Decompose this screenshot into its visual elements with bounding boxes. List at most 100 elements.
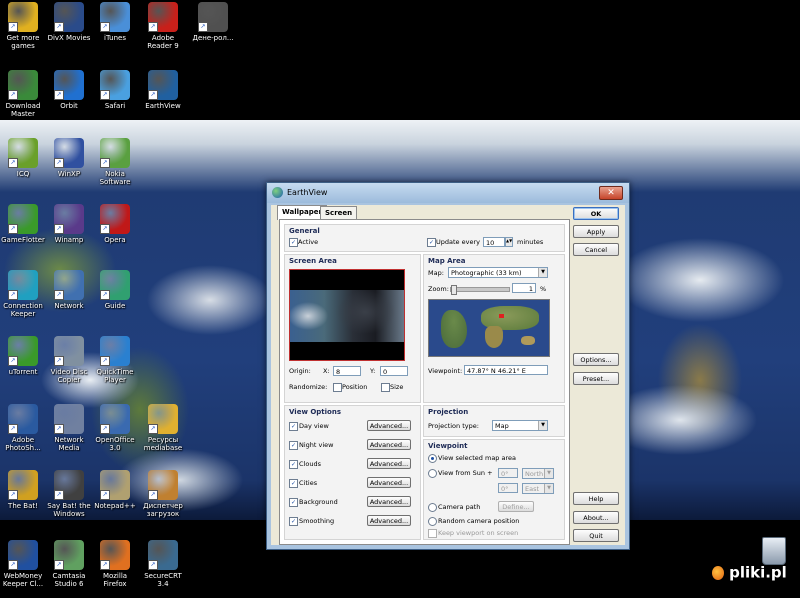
advanced-button[interactable]: Advanced... [367,496,411,507]
desktop-shortcut[interactable]: ↗ WebMoney Keeper Cl... [0,540,46,588]
desktop-shortcut[interactable]: ↗ Mozilla Firefox [92,540,138,588]
desktop-shortcut[interactable]: ↗ Дене-рол... [190,2,236,42]
shortcut-arrow-icon: ↗ [148,490,158,500]
shortcut-arrow-icon: ↗ [54,560,64,570]
desktop-shortcut[interactable]: ↗ The Bat! [0,470,46,510]
zoom-input[interactable]: 1 [512,283,536,293]
sun-lat-dir-value: North [525,470,544,478]
desktop-shortcut[interactable]: ↗ Say Bat! the Windows [46,470,92,518]
desktop-shortcut[interactable]: ↗ Network [46,270,92,310]
origin-x-input[interactable]: 8 [333,366,361,376]
close-button[interactable]: ✕ [599,186,623,200]
sun-lat-input[interactable]: 0° [498,468,518,478]
preset-button[interactable]: Preset... [573,372,619,385]
define-button[interactable]: Define... [498,501,534,512]
desktop-shortcut[interactable]: ↗ DivX Movies [46,2,92,42]
quit-button[interactable]: Quit [573,529,619,542]
view-option-checkbox[interactable]: ✓ [289,422,298,431]
view-option-checkbox[interactable]: ✓ [289,460,298,469]
desktop-shortcut[interactable]: ↗ Get more games [0,2,46,50]
desktop-shortcut[interactable]: ↗ Download Master [0,70,46,118]
desktop-shortcut[interactable]: ↗ uTorrent [0,336,46,376]
advanced-button[interactable]: Advanced... [367,439,411,450]
advanced-button[interactable]: Advanced... [367,477,411,488]
desktop-shortcut[interactable]: ↗ SecureCRT 3.4 [140,540,186,588]
view-selected-radio[interactable] [428,454,437,463]
desktop-shortcut[interactable]: ↗ Video Disc Copier [46,336,92,384]
desktop-shortcut[interactable]: ↗ Adobe Reader 9 [140,2,186,50]
advanced-button[interactable]: Advanced... [367,515,411,526]
desktop-shortcut[interactable]: ↗ ICQ [0,138,46,178]
update-checkbox[interactable]: ✓ [427,238,436,247]
desktop-shortcut[interactable]: ↗ Orbit [46,70,92,110]
zoom-slider-thumb[interactable] [451,285,457,295]
preview-earth-image [290,290,404,342]
desktop-shortcut[interactable]: ↗ WinXP [46,138,92,178]
advanced-button[interactable]: Advanced... [367,458,411,469]
world-map-preview[interactable] [428,299,550,357]
title-bar[interactable]: EarthView ✕ [267,183,629,203]
camera-path-radio[interactable] [428,503,437,512]
desktop-shortcut[interactable]: ↗ iTunes [92,2,138,42]
desktop-shortcut[interactable]: ↗ Winamp [46,204,92,244]
desktop-shortcut[interactable]: ↗ Network Media [46,404,92,452]
sun-lon-input[interactable]: 0° [498,483,518,493]
update-interval-spinner[interactable]: ▲▼ [505,237,513,247]
desktop-shortcut[interactable]: ↗ Adobe PhotoSh... [0,404,46,452]
random-size-checkbox[interactable] [381,383,390,392]
recycle-bin-icon[interactable] [762,537,786,565]
desktop-shortcut[interactable]: ↗ Connection Keeper [0,270,46,318]
desktop-shortcut[interactable]: ↗ Safari [92,70,138,110]
desktop-shortcut-label: SecureCRT 3.4 [144,572,182,588]
desktop-shortcut[interactable]: ↗ Guide [92,270,138,310]
options-button[interactable]: Options... [573,353,619,366]
desktop-shortcut[interactable]: ↗ Диспетчер загрузок [140,470,186,518]
folder-icon: ↗ [148,404,178,434]
keep-viewport-checkbox[interactable] [428,529,437,538]
update-interval-input[interactable]: 10 [483,237,505,247]
view-option-checkbox[interactable]: ✓ [289,441,298,450]
desktop-shortcut[interactable]: ↗ Opera [92,204,138,244]
projection-type-select[interactable]: Map ▼ [492,420,548,431]
desktop-shortcut[interactable]: ↗ EarthView [140,70,186,110]
winxp-icon: ↗ [54,138,84,168]
apply-button[interactable]: Apply [573,225,619,238]
webmoney-icon: ↗ [8,540,38,570]
desktop-shortcut[interactable]: ↗ QuickTime Player [92,336,138,384]
origin-y-input[interactable]: 0 [380,366,408,376]
view-option-checkbox[interactable]: ✓ [289,498,298,507]
connection-icon: ↗ [8,270,38,300]
cancel-button[interactable]: Cancel [573,243,619,256]
zoom-unit: % [540,285,547,293]
map-select[interactable]: Photographic (33 km) ▼ [448,267,548,278]
sun-lon-dir-select[interactable]: East ▼ [522,483,554,494]
active-checkbox[interactable]: ✓ [289,238,298,247]
shortcut-arrow-icon: ↗ [8,224,18,234]
view-option-label: Background [299,498,338,506]
safari-icon: ↗ [100,70,130,100]
general-title: General [289,227,320,235]
shortcut-arrow-icon: ↗ [148,22,158,32]
random-position-checkbox[interactable] [333,383,342,392]
ok-button[interactable]: OK [573,207,619,220]
about-button[interactable]: About... [573,511,619,524]
shortcut-arrow-icon: ↗ [8,490,18,500]
random-camera-radio[interactable] [428,517,437,526]
viewpoint-input[interactable]: 47.87° N 46.21° E [464,365,548,375]
screen-area-preview[interactable] [289,269,405,361]
desktop-shortcut[interactable]: ↗ GameFlotter [0,204,46,244]
view-option-checkbox[interactable]: ✓ [289,479,298,488]
desktop-shortcut[interactable]: ↗ Notepad++ [92,470,138,510]
advanced-button[interactable]: Advanced... [367,420,411,431]
view-from-sun-radio[interactable] [428,469,437,478]
help-button[interactable]: Help [573,492,619,505]
desktop-shortcut[interactable]: ↗ Ресурсы mediabase [140,404,186,452]
desktop-shortcut[interactable]: ↗ OpenOffice 3.0 [92,404,138,452]
view-option-checkbox[interactable]: ✓ [289,517,298,526]
tab-screen-saver[interactable]: Screen Saver [320,206,358,229]
zoom-slider[interactable] [450,285,510,295]
sun-lat-dir-select[interactable]: North ▼ [522,468,554,479]
desktop-shortcut[interactable]: ↗ Camtasia Studio 6 [46,540,92,588]
map-land-australia [521,336,535,345]
desktop-shortcut[interactable]: ↗ Nokia Software [92,138,138,186]
